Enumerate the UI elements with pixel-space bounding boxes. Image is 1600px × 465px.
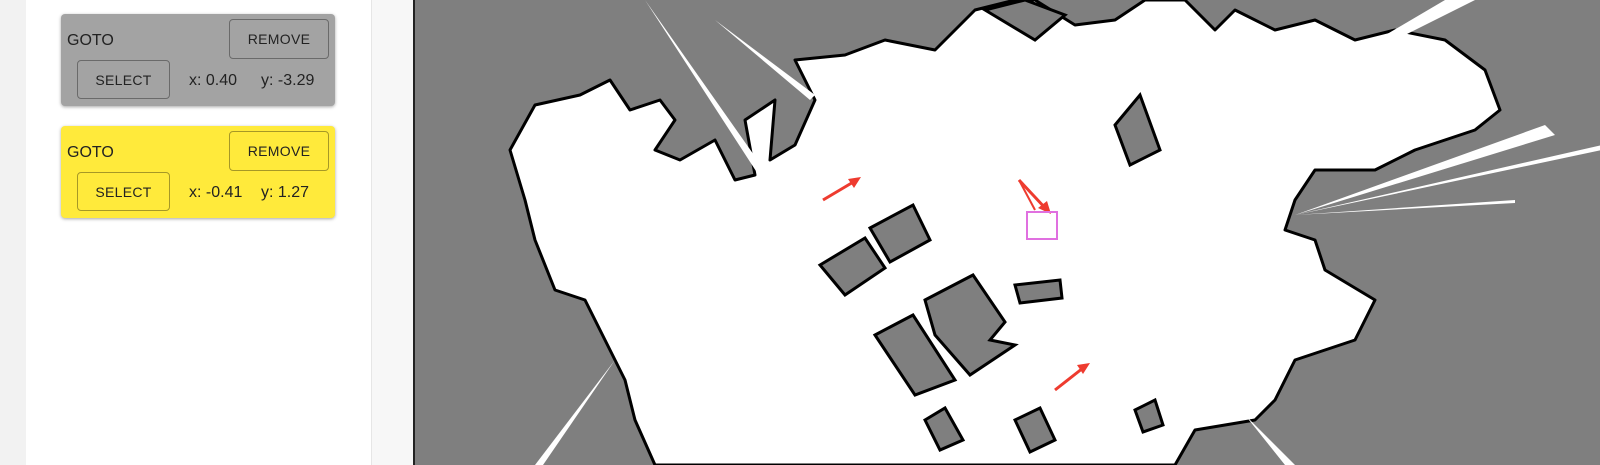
waypoint-x-coord: x: -0.41 (189, 184, 243, 201)
scan-ray (1245, 415, 1295, 465)
panel-gap (372, 0, 413, 465)
occupancy-map[interactable] (415, 0, 1600, 465)
remove-waypoint-button[interactable]: REMOVE (229, 19, 329, 59)
waypoint-card: GOTO REMOVE SELECT x: 0.40 y: -3.29 (61, 14, 335, 106)
waypoint-type-label: GOTO (67, 144, 114, 161)
waypoint-card-selected: GOTO REMOVE SELECT x: -0.41 y: 1.27 (61, 126, 335, 218)
scan-ray (535, 360, 615, 465)
waypoint-y-coord: y: -3.29 (261, 72, 315, 89)
waypoint-type-label: GOTO (67, 32, 114, 49)
left-gutter (0, 0, 27, 465)
select-waypoint-button[interactable]: SELECT (77, 60, 170, 99)
obstacle (1013, 278, 1064, 305)
occupancy-map-canvas[interactable] (413, 0, 1600, 465)
free-space-area (508, 0, 1502, 465)
waypoint-y-coord: y: 1.27 (261, 184, 310, 201)
waypoint-x-coord: x: 0.40 (189, 72, 238, 89)
select-waypoint-button[interactable]: SELECT (77, 172, 170, 211)
remove-waypoint-button[interactable]: REMOVE (229, 131, 329, 171)
